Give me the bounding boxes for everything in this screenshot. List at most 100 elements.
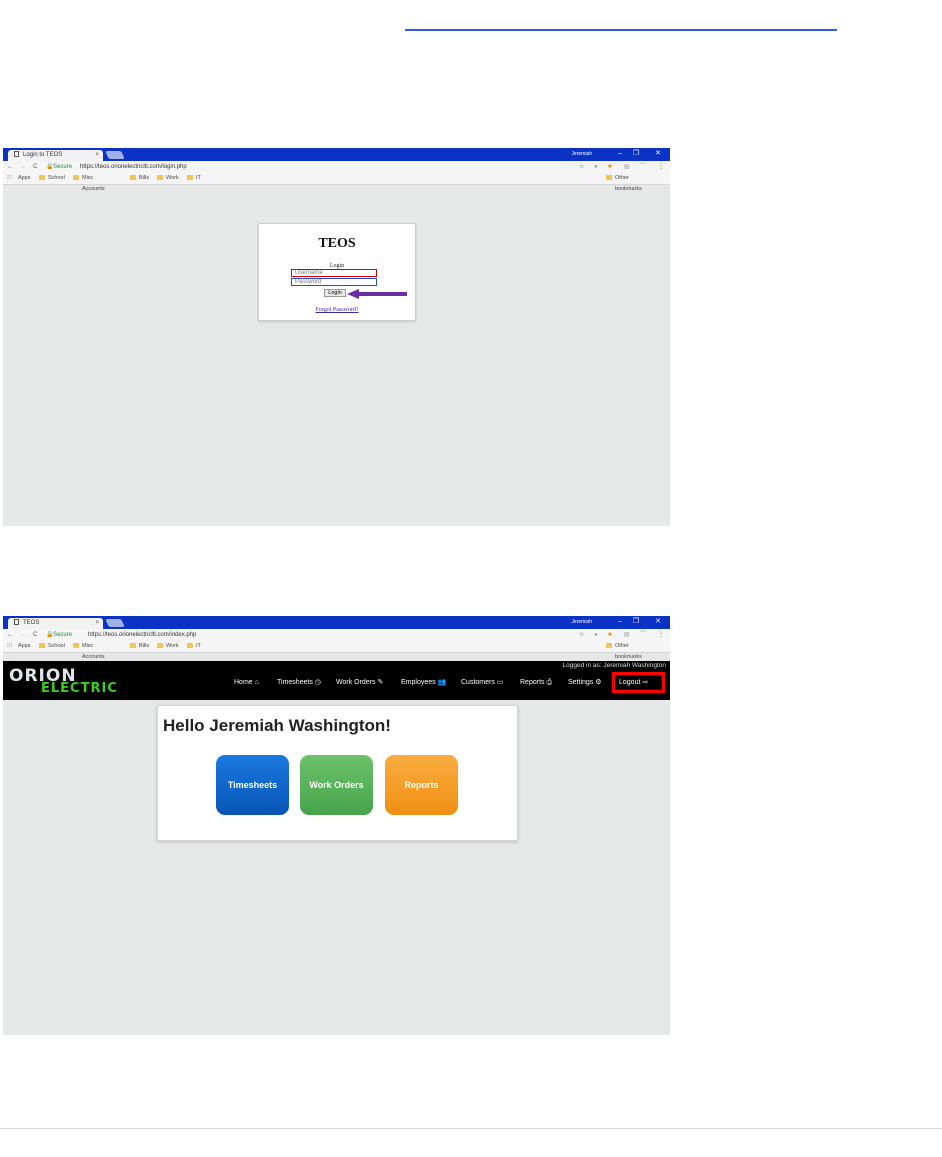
extension-icon[interactable]: ▤ [624, 629, 630, 641]
nav-timesheets[interactable]: Timesheets ◷ [277, 678, 321, 688]
browser-tab[interactable]: TEOS × [8, 618, 103, 629]
password-input[interactable] [291, 278, 377, 286]
folder-icon [157, 175, 163, 181]
nav-home[interactable]: Home ⌂ [234, 678, 259, 688]
extension-icon[interactable]: ■ [608, 629, 612, 641]
close-tab-icon[interactable]: × [95, 618, 99, 629]
nav-work-orders[interactable]: Work Orders ✎ [336, 678, 383, 688]
gears-icon: ⚙ [595, 679, 602, 686]
address-bar: ← → C 🔒 Secure https://teos.orionelectri… [3, 629, 670, 641]
users-icon: 👥 [437, 679, 447, 686]
folder-icon [187, 175, 193, 181]
login-box: TEOS Login Login Forgot Password? [258, 223, 416, 321]
profile-name[interactable]: Jeremiah [571, 618, 592, 627]
bookmark-it[interactable]: IT [187, 641, 201, 652]
nav-customers[interactable]: Customers ▭ [461, 678, 503, 688]
top-link-underline [405, 29, 837, 31]
close-window-icon[interactable]: ✕ [655, 617, 661, 627]
extension-icon[interactable]: ● [594, 629, 598, 641]
reload-icon[interactable]: C [33, 629, 37, 641]
minimize-icon[interactable]: – [618, 149, 622, 159]
bookmark-bills[interactable]: Bills [130, 173, 149, 184]
secure-label: Secure [53, 164, 73, 170]
nav-settings[interactable]: Settings ⚙ [568, 678, 602, 688]
url-field[interactable]: https://teos.orionelectricltl.com/login.… [80, 161, 187, 173]
nav-reports[interactable]: Reports ⎙ [520, 678, 552, 688]
extension-icon[interactable]: ▤ [624, 161, 630, 173]
folder-icon [606, 643, 612, 649]
forward-icon[interactable]: → [20, 161, 26, 173]
print-icon: ⎙ [546, 679, 553, 686]
bookmark-apps[interactable]: Apps [18, 173, 31, 184]
greeting-heading: Hello Jeremiah Washington! [163, 716, 391, 735]
browser-tab[interactable]: Login to TEOS × [8, 150, 103, 161]
welcome-panel: Hello Jeremiah Washington! Timesheets Wo… [157, 705, 518, 841]
maximize-icon[interactable]: ❐ [633, 617, 639, 627]
forgot-password-link[interactable]: Forgot Password? [259, 307, 415, 313]
extension-icon[interactable]: ● [594, 161, 598, 173]
address-bar: ← → C 🔒 Secure https://teos.orionelectri… [3, 161, 670, 173]
username-input[interactable] [291, 269, 377, 277]
bookmark-misc-accounts[interactable]: Misc Accounts [73, 173, 105, 192]
extension-icon[interactable]: ⌒ [640, 161, 646, 173]
maximize-icon[interactable]: ❐ [633, 149, 639, 159]
folder-icon [39, 175, 45, 181]
profile-name[interactable]: Jeremiah [571, 150, 592, 159]
close-window-icon[interactable]: ✕ [655, 149, 661, 159]
minimize-icon[interactable]: – [618, 617, 622, 627]
login-title: TEOS [318, 236, 356, 251]
star-icon[interactable]: ☆ [579, 629, 584, 641]
logo-electric[interactable]: ELECTRIC [41, 681, 118, 696]
login-screenshot: Login to TEOS × Jeremiah – ❐ ✕ ← → C 🔒 S… [3, 148, 670, 526]
secure-label: Secure [53, 632, 73, 638]
apps-icon[interactable]: ⁝⁝⁝ [7, 173, 12, 184]
menu-icon[interactable]: ⋮ [658, 161, 664, 173]
id-card-icon: ▭ [496, 679, 504, 686]
page-bottom-rule [0, 1128, 942, 1129]
bookmark-school[interactable]: School [39, 173, 65, 184]
clock-icon: ◷ [314, 679, 322, 686]
edit-icon: ✎ [377, 679, 384, 686]
folder-icon [39, 643, 45, 649]
home-screenshot: TEOS × Jeremiah – ❐ ✕ ← → C 🔒 Secure htt… [3, 616, 670, 1035]
url-field[interactable]: https://teos.orionelectricltl.com/index.… [88, 629, 196, 641]
menu-icon[interactable]: ⋮ [658, 629, 664, 641]
bookmark-work[interactable]: Work [157, 641, 179, 652]
bookmark-it[interactable]: IT [187, 173, 201, 184]
reload-icon[interactable]: C [33, 161, 37, 173]
forward-icon[interactable]: → [20, 629, 26, 641]
bookmark-apps[interactable]: Apps [18, 641, 31, 652]
nav-employees[interactable]: Employees 👥 [401, 678, 446, 688]
other-bookmarks[interactable]: Other bookmarks [606, 173, 642, 192]
logged-in-status: Logged in as: Jeremiah Washington [562, 662, 666, 669]
bookmark-work[interactable]: Work [157, 173, 179, 184]
back-icon[interactable]: ← [7, 161, 13, 173]
bookmark-school[interactable]: School [39, 641, 65, 652]
bookmarks-bar: ⁝⁝⁝ Apps School Misc Accounts Bills Work… [3, 641, 670, 660]
extension-icon[interactable]: ■ [608, 161, 612, 173]
new-tab-button[interactable] [105, 619, 125, 627]
back-icon[interactable]: ← [7, 629, 13, 641]
star-icon[interactable]: ☆ [579, 161, 584, 173]
new-tab-button[interactable] [105, 151, 125, 159]
browser-titlebar: Login to TEOS × Jeremiah – ❐ ✕ [3, 148, 670, 161]
timesheets-tile-button[interactable]: Timesheets [216, 755, 289, 815]
purple-arrow-annotation [347, 289, 407, 299]
close-tab-icon[interactable]: × [95, 150, 99, 161]
other-bookmarks[interactable]: Other bookmarks [606, 641, 642, 660]
apps-icon[interactable]: ⁝⁝⁝ [7, 641, 12, 652]
login-button[interactable]: Login [324, 289, 346, 297]
home-icon: ⌂ [254, 679, 259, 686]
bookmark-misc-accounts[interactable]: Misc Accounts [73, 641, 105, 660]
extension-icon[interactable]: ⌒ [640, 629, 646, 641]
work-orders-tile-button[interactable]: Work Orders [300, 755, 373, 815]
app-navbar: ORION ELECTRIC Logged in as: Jeremiah Wa… [3, 661, 670, 700]
browser-titlebar: TEOS × Jeremiah – ❐ ✕ [3, 616, 670, 629]
bookmark-bills[interactable]: Bills [130, 641, 149, 652]
folder-icon [606, 175, 612, 181]
reports-tile-button[interactable]: Reports [385, 755, 458, 815]
folder-icon [157, 643, 163, 649]
page-icon [14, 619, 19, 626]
bookmarks-bar: ⁝⁝⁝ Apps School Misc Accounts Bills Work… [3, 173, 670, 192]
logout-highlight-annotation [612, 672, 665, 693]
